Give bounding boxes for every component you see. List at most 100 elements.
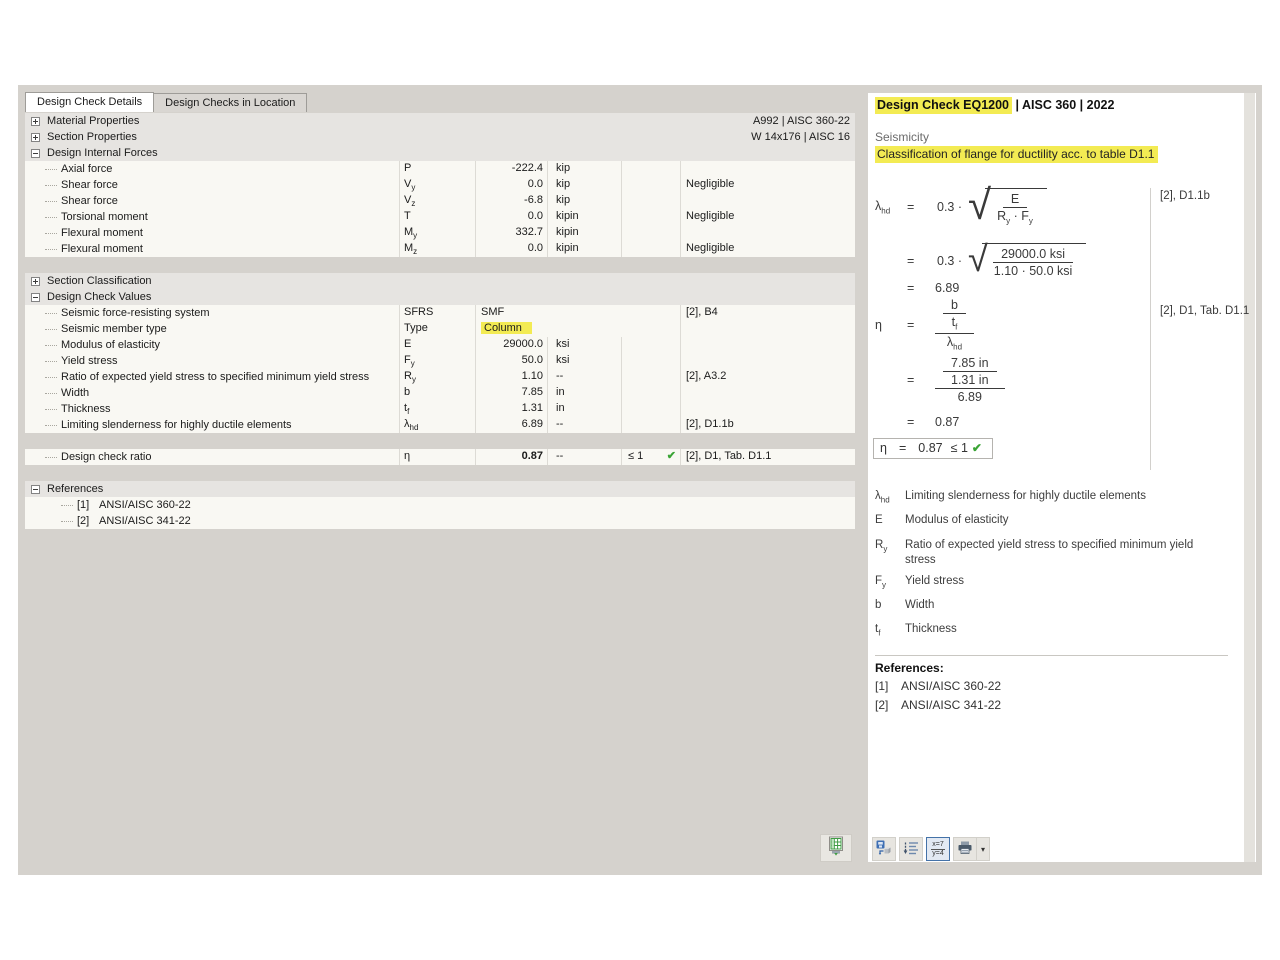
expand-icon[interactable]: [31, 133, 40, 142]
values-display-icon: x=7 y=4: [931, 841, 944, 858]
group-row-design-check-values[interactable]: Design Check Values: [25, 289, 855, 305]
formula-reference-divider: [1150, 188, 1151, 470]
collapse-icon[interactable]: [31, 293, 40, 302]
design-check-formula-panel: Design Check EQ1200 | AISC 360 | 2022 Se…: [868, 93, 1256, 862]
square-root: √ E Ry · Fy: [968, 188, 1047, 227]
table-row-flexural-moment-my[interactable]: Flexural moment My 332.7 kipin: [25, 225, 855, 241]
detail-list-icon: [903, 840, 919, 859]
tree-line: [45, 313, 57, 314]
show-values-button[interactable]: x=7 y=4: [926, 837, 950, 861]
legend-item: E Modulus of elasticity: [875, 513, 1220, 531]
table-row-width[interactable]: Width b 7.85 in: [25, 385, 855, 401]
tree-line: [45, 377, 57, 378]
design-check-dialog: Design Check Details Design Checks in Lo…: [18, 85, 1262, 875]
references-title: References:: [875, 661, 944, 675]
tree-line: [61, 521, 73, 522]
check-icon: ✔: [667, 449, 676, 465]
legend-item: λhd Limiting slenderness for highly duct…: [875, 489, 1220, 507]
symbol-legend: λhd Limiting slenderness for highly duct…: [875, 489, 1220, 646]
expand-icon[interactable]: [31, 117, 40, 126]
reference-item: [2] ANSI/AISC 341-22: [875, 698, 1001, 712]
highlighted-value: Column: [481, 322, 532, 334]
tree-line: [45, 329, 57, 330]
tree-line: [45, 361, 57, 362]
group-label: Material Properties: [47, 114, 139, 129]
tree-line: [45, 201, 57, 202]
tab-design-check-details[interactable]: Design Check Details: [25, 92, 154, 112]
tree-line: [45, 345, 57, 346]
table-row-design-check-ratio[interactable]: Design check ratio η 0.87 -- ≤ 1✔ [2], D…: [25, 449, 855, 465]
check-icon: ✔: [972, 441, 982, 455]
spacer-row: [25, 257, 855, 273]
spacer-row: [25, 465, 855, 481]
printer-icon: [957, 840, 973, 859]
group-row-section-properties[interactable]: Section Properties W 14x176 | AISC 16: [25, 129, 855, 145]
table-row-sfrs[interactable]: Seismic force-resisting system SFRS SMF …: [25, 305, 855, 321]
print-options-dropdown[interactable]: ▾: [977, 837, 990, 861]
group-row-references[interactable]: References: [25, 481, 855, 497]
formula-lambda-result: = 6.89: [875, 281, 959, 295]
table-row-axial-force[interactable]: Axial force P -222.4 kip: [25, 161, 855, 177]
group-label: Section Classification: [47, 274, 152, 289]
square-root: √ 29000.0 ksi 1.10 · 50.0 ksi: [968, 243, 1086, 279]
table-row-reference-2[interactable]: [2]ANSI/AISC 341-22: [25, 513, 855, 529]
group-label: References: [47, 482, 103, 497]
group-row-design-internal-forces[interactable]: Design Internal Forces: [25, 145, 855, 161]
formula-eta-line1: η = b tf λhd: [875, 298, 974, 351]
legend-item: Ry Ratio of expected yield stress to spe…: [875, 538, 1220, 568]
material-value: A992 | AISC 360-22: [753, 114, 855, 129]
panel-description: Classification of flange for ductility a…: [875, 147, 1158, 161]
design-check-table: Material Properties A992 | AISC 360-22 S…: [25, 113, 855, 529]
table-row-seismic-member-type[interactable]: Seismic member type Type Column: [25, 321, 855, 337]
formula-reference: [2], D1, Tab. D1.1: [1160, 305, 1249, 317]
tree-line: [45, 233, 57, 234]
caret-down-icon: ▾: [981, 845, 985, 854]
tree-line: [45, 217, 57, 218]
table-row-reference-1[interactable]: [1]ANSI/AISC 360-22: [25, 497, 855, 513]
group-row-section-classification[interactable]: Section Classification: [25, 273, 855, 289]
design-ratio-result-box: η = 0.87 ≤ 1 ✔: [873, 438, 993, 459]
table-row-flexural-moment-mz[interactable]: Flexural moment Mz 0.0 kipin Negligible: [25, 241, 855, 257]
group-label: Section Properties: [47, 130, 137, 145]
collapse-icon[interactable]: [31, 149, 40, 158]
section-value: W 14x176 | AISC 16: [751, 130, 855, 145]
formula-eta-result: = 0.87: [875, 415, 959, 429]
tree-line: [45, 409, 57, 410]
expand-icon[interactable]: [31, 277, 40, 286]
legend-item: b Width: [875, 598, 1220, 616]
table-row-limiting-slenderness[interactable]: Limiting slenderness for highly ductile …: [25, 417, 855, 433]
group-label: Design Check Values: [47, 290, 151, 305]
send-to-report-icon: [876, 840, 892, 859]
collapse-icon[interactable]: [31, 485, 40, 494]
tab-design-checks-in-location[interactable]: Design Checks in Location: [154, 93, 307, 112]
tree-line: [45, 425, 57, 426]
formula-reference: [2], D1.1b: [1160, 190, 1210, 202]
divider: [875, 655, 1228, 656]
reference-item: [1] ANSI/AISC 360-22: [875, 679, 1001, 693]
tree-line: [45, 457, 57, 458]
table-row-shear-force-vz[interactable]: Shear force Vz -6.8 kip: [25, 193, 855, 209]
table-row-thickness[interactable]: Thickness tf 1.31 in: [25, 401, 855, 417]
application-window: Design Check Details Design Checks in Lo…: [0, 0, 1280, 960]
panel-subtitle: Seismicity: [875, 130, 929, 144]
code-reference: | AISC 360 | 2022: [1016, 98, 1115, 112]
send-to-report-button[interactable]: [872, 837, 896, 861]
tree-line: [45, 185, 57, 186]
table-row-yield-stress[interactable]: Yield stress Fy 50.0 ksi: [25, 353, 855, 369]
table-row-shear-force-vy[interactable]: Shear force Vy 0.0 kip Negligible: [25, 177, 855, 193]
tree-line: [45, 393, 57, 394]
table-row-torsional-moment[interactable]: Torsional moment T 0.0 kipin Negligible: [25, 209, 855, 225]
print-button[interactable]: [953, 837, 977, 861]
panel-toolbar: x=7 y=4 ▾: [872, 837, 990, 861]
tree-line: [61, 505, 73, 506]
group-row-material-properties[interactable]: Material Properties A992 | AISC 360-22: [25, 113, 855, 129]
printout-report-button[interactable]: [820, 834, 852, 862]
expand-details-button[interactable]: [899, 837, 923, 861]
legend-item: tf Thickness: [875, 622, 1220, 640]
vertical-scrollbar[interactable]: [1244, 93, 1255, 862]
group-label: Design Internal Forces: [47, 146, 158, 161]
spacer-row: [25, 433, 855, 449]
table-row-modulus-of-elasticity[interactable]: Modulus of elasticity E 29000.0 ksi: [25, 337, 855, 353]
tree-line: [45, 249, 57, 250]
table-row-ry-ratio[interactable]: Ratio of expected yield stress to specif…: [25, 369, 855, 385]
